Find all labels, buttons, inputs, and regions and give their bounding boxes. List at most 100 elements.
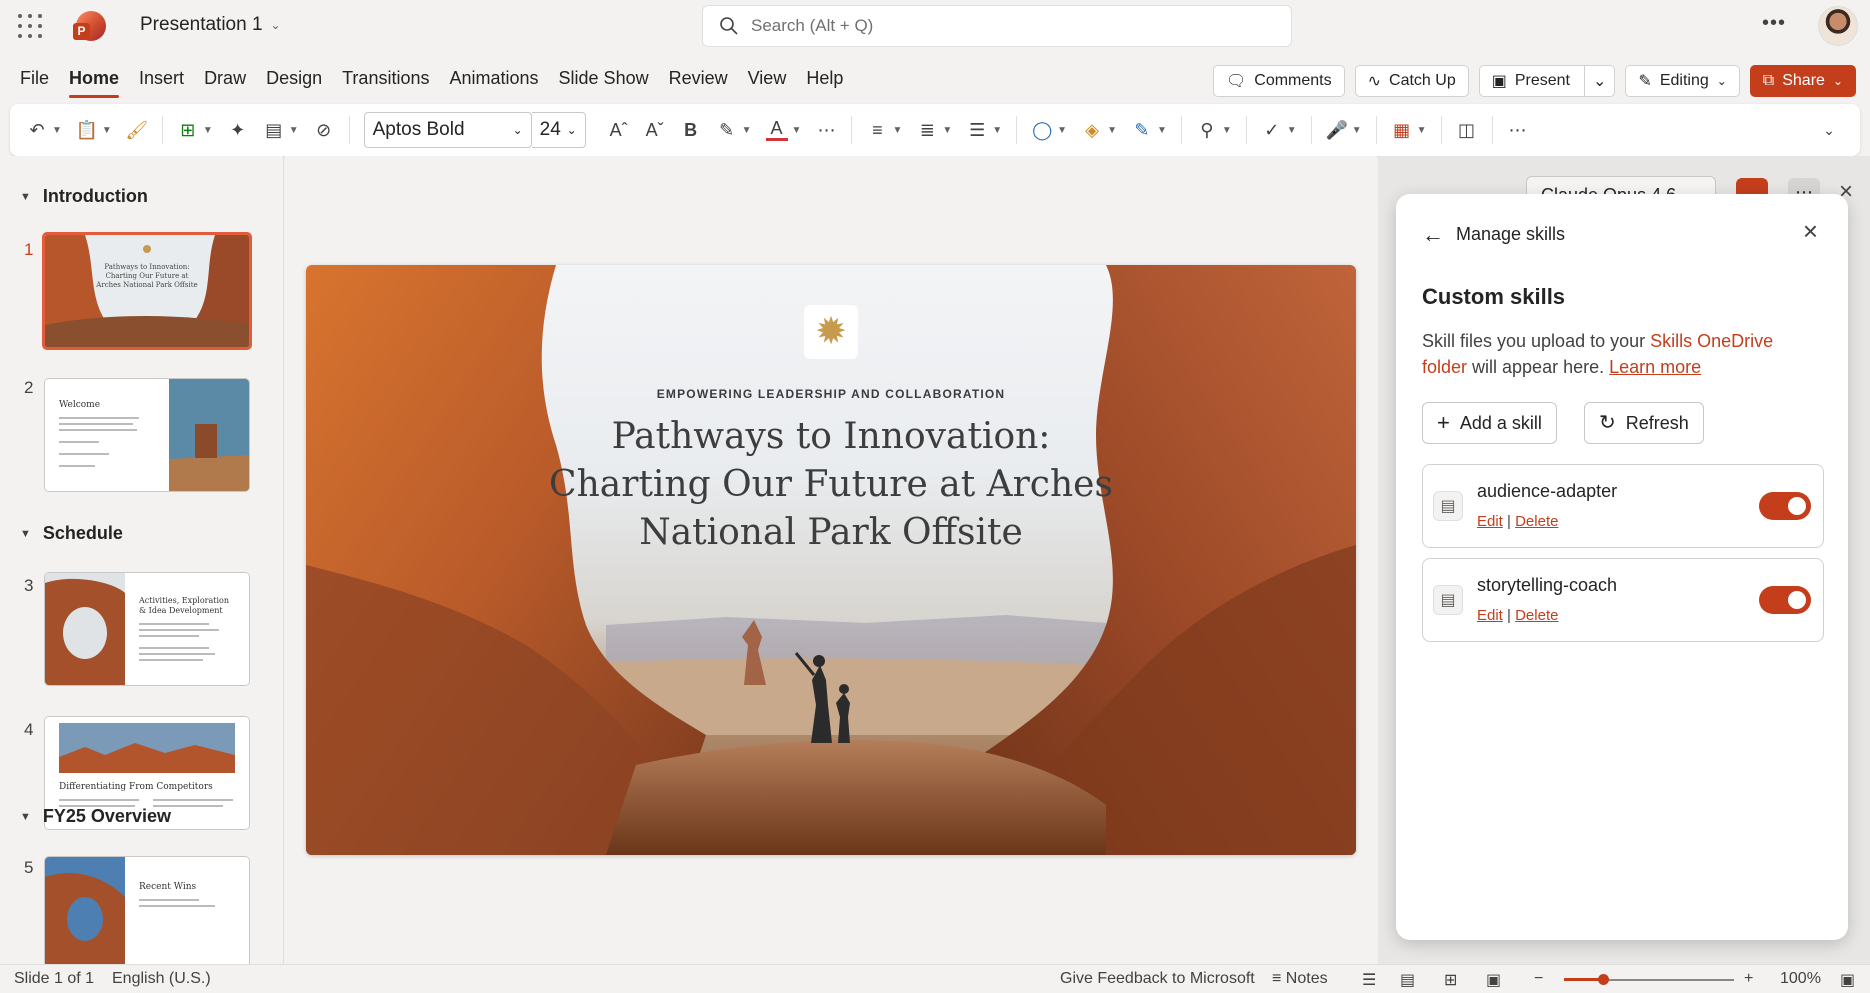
skill-enabled-toggle[interactable] <box>1759 586 1811 614</box>
slide-1[interactable]: ✹ EMPOWERING LEADERSHIP AND COLLABORATIO… <box>306 265 1356 855</box>
refresh-button[interactable]: ↻ Refresh <box>1584 402 1704 444</box>
add-skill-button[interactable]: + Add a skill <box>1422 402 1557 444</box>
divider <box>348 116 350 144</box>
language-indicator[interactable]: English (U.S.) <box>112 970 211 988</box>
fit-to-window-icon[interactable]: ▣ <box>1840 970 1855 990</box>
delete-skill-link[interactable]: Delete <box>1515 607 1558 624</box>
svg-text:Activities, Exploration: Activities, Exploration <box>138 596 229 605</box>
close-icon[interactable]: × <box>1803 218 1818 244</box>
shape-outline-button[interactable]: ✎ ▼ <box>1131 119 1166 141</box>
section-header-introduction[interactable]: ▼ Introduction <box>20 186 148 207</box>
chevron-down-icon: ▼ <box>20 527 31 540</box>
section-header-fy25-overview[interactable]: ▼ FY25 Overview <box>20 806 171 827</box>
format-painter-button[interactable]: 🖌 <box>125 119 148 141</box>
desc-text: will appear here. <box>1467 357 1610 377</box>
new-slide-button[interactable]: ⊞ ▼ <box>177 119 212 141</box>
more-options-icon[interactable]: ••• <box>1762 12 1786 35</box>
chevron-down-icon: ▼ <box>992 124 1003 136</box>
skill-actions: Edit | Delete <box>1477 607 1559 624</box>
search-box[interactable]: Search (Alt + Q) <box>702 5 1292 47</box>
paste-button[interactable]: 📋 ▼ <box>76 119 112 141</box>
feedback-link[interactable]: Give Feedback to Microsoft <box>1060 970 1255 988</box>
slide-thumbnail-5[interactable]: Recent Wins <box>44 856 250 964</box>
numbering-button[interactable]: ≣ ▼ <box>916 119 952 141</box>
tab-help[interactable]: Help <box>796 66 853 90</box>
present-dropdown-chevron-icon[interactable]: ⌄ <box>1584 66 1614 96</box>
collapse-ribbon-button[interactable]: ⌄ <box>1818 119 1840 141</box>
edit-skill-link[interactable]: Edit <box>1477 513 1503 530</box>
font-size-select[interactable]: 24 ⌄ <box>531 112 586 148</box>
copilot-slide-button[interactable]: ◫ <box>1456 119 1478 141</box>
highlight-button[interactable]: ✎ ▼ <box>716 119 751 141</box>
slide-thumbnail-3[interactable]: Activities, Exploration & Idea Developme… <box>44 572 250 686</box>
bold-button[interactable]: B <box>680 119 702 141</box>
learn-more-link[interactable]: Learn more <box>1609 357 1701 377</box>
decrease-font-button[interactable]: Aˇ <box>644 119 666 141</box>
dictate-button[interactable]: 🎤 ▼ <box>1325 119 1361 141</box>
align-button[interactable]: ☰ ▼ <box>966 119 1002 141</box>
bullets-button[interactable]: ≡ ▼ <box>866 119 902 141</box>
chevron-down-icon: ▼ <box>52 124 62 136</box>
divider <box>1245 116 1247 144</box>
highlighter-icon: ✎ <box>719 119 735 140</box>
layout-button[interactable]: ▤ ▼ <box>263 119 298 141</box>
slide-title[interactable]: Pathways to Innovation: Charting Our Fut… <box>531 413 1131 557</box>
undo-icon: ↶ <box>29 119 45 140</box>
reading-view-icon[interactable]: ▣ <box>1486 970 1501 990</box>
tab-view[interactable]: View <box>738 66 797 90</box>
more-font-options-button[interactable]: ⋯ <box>815 119 837 141</box>
slide-sorter-icon[interactable]: ⊞ <box>1444 970 1457 990</box>
sensitivity-button[interactable]: ✓ ▼ <box>1261 119 1296 141</box>
back-arrow-icon[interactable]: ← <box>1422 222 1444 248</box>
normal-view-icon[interactable]: ▤ <box>1400 970 1415 990</box>
document-title[interactable]: Presentation 1 ⌄ <box>140 14 281 36</box>
zoom-in-icon[interactable]: + <box>1744 970 1753 988</box>
designer-button[interactable]: ✦ <box>227 119 249 141</box>
shape-fill-button[interactable]: ◈ ▼ <box>1081 119 1117 141</box>
add-ins-button[interactable]: ▦ ▼ <box>1391 119 1426 141</box>
zoom-level[interactable]: 100% <box>1780 970 1821 988</box>
editing-mode-button[interactable]: ✎ Editing ⌄ <box>1625 65 1740 97</box>
slide-thumbnail-1[interactable]: Pathways to Innovation: Charting Our Fut… <box>42 232 252 350</box>
skill-enabled-toggle[interactable] <box>1759 492 1811 520</box>
divider <box>1180 116 1182 144</box>
catch-up-button[interactable]: ∿ Catch Up <box>1354 65 1469 97</box>
chevron-down-icon: ⌄ <box>270 18 281 32</box>
font-name-value: Aptos Bold <box>372 119 465 140</box>
slide-kicker[interactable]: EMPOWERING LEADERSHIP AND COLLABORATION <box>306 387 1356 401</box>
font-name-select[interactable]: Aptos Bold ⌄ <box>363 112 532 148</box>
tab-review[interactable]: Review <box>659 66 738 90</box>
skill-item: ▤ audience-adapter Edit | Delete <box>1422 464 1824 548</box>
tab-animations[interactable]: Animations <box>439 66 548 90</box>
comments-button[interactable]: 🗨 Comments <box>1212 65 1345 97</box>
notes-button[interactable]: ≡ Notes <box>1272 970 1328 988</box>
edit-skill-link[interactable]: Edit <box>1477 607 1503 624</box>
svg-text:Charting Our Future at: Charting Our Future at <box>106 272 189 280</box>
undo-button[interactable]: ↶ ▼ <box>26 119 62 141</box>
avatar[interactable] <box>1818 6 1858 46</box>
delete-skill-link[interactable]: Delete <box>1515 513 1558 530</box>
present-button[interactable]: ▣ Present ⌄ <box>1478 65 1616 97</box>
tab-transitions[interactable]: Transitions <box>332 66 439 90</box>
font-color-button[interactable]: A ▼ <box>765 118 801 141</box>
hide-slide-button[interactable]: ⊘ <box>313 119 335 141</box>
increase-font-button[interactable]: Aˆ <box>608 119 630 141</box>
tab-home[interactable]: Home <box>59 66 129 98</box>
tab-slide-show[interactable]: Slide Show <box>549 66 659 90</box>
app-launcher-icon[interactable] <box>18 14 42 38</box>
more-commands-button[interactable]: ⋯ <box>1507 119 1529 141</box>
svg-text:& Idea Development: & Idea Development <box>139 606 223 615</box>
zoom-slider-handle[interactable] <box>1598 974 1609 985</box>
zoom-out-icon[interactable]: − <box>1534 970 1543 988</box>
slide-thumbnail-2[interactable]: Welcome <box>44 378 250 492</box>
tab-draw[interactable]: Draw <box>194 66 256 90</box>
share-button[interactable]: ⧉ Share ⌄ <box>1749 65 1856 97</box>
find-button[interactable]: ⚲ ▼ <box>1196 119 1232 141</box>
outline-view-icon[interactable]: ☰ <box>1362 970 1376 990</box>
tab-file[interactable]: File <box>20 66 59 90</box>
section-header-schedule[interactable]: ▼ Schedule <box>20 523 123 544</box>
tab-insert[interactable]: Insert <box>129 66 194 90</box>
shapes-button[interactable]: ◯ ▼ <box>1031 119 1067 141</box>
tab-design[interactable]: Design <box>256 66 332 90</box>
skill-actions: Edit | Delete <box>1477 513 1559 530</box>
